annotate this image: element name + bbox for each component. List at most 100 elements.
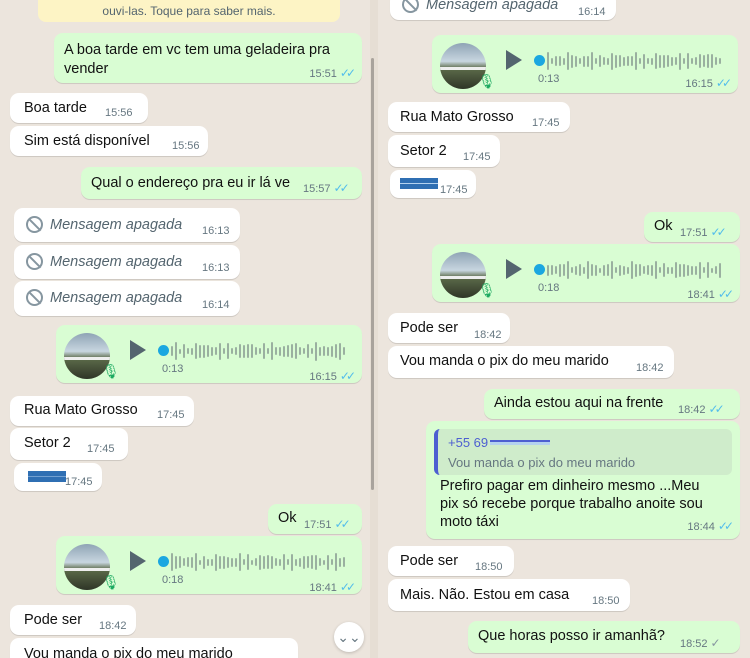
waveform-bar <box>343 347 345 355</box>
voice-message[interactable]: 🎙 0:13 16:15 ✓✓ <box>432 35 738 93</box>
waveform-bar <box>683 58 685 64</box>
voice-message[interactable]: 🎙 0:18 18:41 ✓✓ <box>432 244 740 302</box>
audio-waveform[interactable] <box>547 259 721 281</box>
message-outgoing[interactable]: Ok 17:51 ✓✓ <box>268 504 362 534</box>
audio-waveform[interactable] <box>547 50 721 72</box>
waveform-bar <box>579 58 581 64</box>
waveform-bar <box>299 347 301 355</box>
waveform-bar <box>199 559 201 565</box>
playback-slider-knob[interactable] <box>534 264 545 275</box>
playback-slider-knob[interactable] <box>158 556 169 567</box>
play-icon[interactable] <box>506 259 522 279</box>
play-icon[interactable] <box>506 50 522 70</box>
waveform-bar <box>251 559 253 565</box>
read-ticks-icon: ✓✓ <box>333 181 350 195</box>
deleted-message[interactable]: Mensagem apagada 16:13 <box>14 245 240 279</box>
message-text: Vou manda o pix do meu marido <box>24 646 233 658</box>
message-incoming[interactable]: Rua Mato Grosso 17:45 <box>10 396 194 426</box>
waveform-bar <box>615 54 617 68</box>
waveform-bar <box>595 58 597 64</box>
read-ticks-icon: ✓✓ <box>708 402 725 416</box>
message-incoming[interactable]: Setor 2 17:45 <box>10 428 128 460</box>
waveform-bar <box>319 558 321 566</box>
waveform-bar <box>599 55 601 67</box>
waveform-bar <box>555 56 557 66</box>
waveform-bar <box>227 556 229 568</box>
message-incoming[interactable]: Vou manda o pix do meu marido 18:42 <box>388 346 674 378</box>
waveform-bar <box>179 556 181 568</box>
message-time: 18:50 <box>592 595 620 607</box>
message-incoming[interactable]: Boa tarde 15:56 <box>10 93 148 123</box>
message-outgoing[interactable]: Ainda estou aqui na frente 18:42 ✓✓ <box>484 389 740 419</box>
waveform-bar <box>595 264 597 276</box>
waveform-bar <box>571 267 573 273</box>
voice-message[interactable]: 🎙 0:18 18:41 ✓✓ <box>56 536 362 594</box>
message-incoming[interactable]: Vou manda o pix do meu marido <box>10 638 298 658</box>
message-time: 18:44 ✓✓ <box>687 519 734 533</box>
quoted-sender: +55 69 <box>448 435 489 450</box>
mic-icon: 🎙 <box>102 574 120 590</box>
waveform-bar <box>571 54 573 68</box>
deleted-icon <box>26 253 43 270</box>
waveform-bar <box>559 56 561 66</box>
encryption-banner[interactable]: ouvi-las. Toque para saber mais. <box>38 0 340 22</box>
message-outgoing[interactable]: Qual o endereço pra eu ir lá ve 15:57 ✓✓ <box>81 167 362 199</box>
deleted-message[interactable]: Mensagem apagada 16:14 <box>14 281 240 316</box>
message-outgoing[interactable]: A boa tarde em vc tem uma geladeira pra v… <box>54 33 362 83</box>
waveform-bar <box>671 56 673 66</box>
waveform-bar <box>227 343 229 359</box>
waveform-bar <box>215 553 217 571</box>
message-incoming[interactable]: Pode ser 18:42 <box>10 605 136 635</box>
waveform-bar <box>643 53 645 69</box>
message-incoming[interactable]: Sim está disponível 15:56 <box>10 126 208 156</box>
audio-waveform[interactable] <box>171 340 345 362</box>
playback-slider-knob[interactable] <box>534 55 545 66</box>
waveform-bar <box>327 554 329 570</box>
message-incoming[interactable]: Setor 2 17:45 <box>388 135 500 167</box>
link-message[interactable]: 17:45 <box>14 463 102 491</box>
waveform-bar <box>599 267 601 273</box>
waveform-bar <box>335 344 337 358</box>
waveform-bar <box>607 264 609 276</box>
waveform-bar <box>699 261 701 279</box>
message-time: 15:57 ✓✓ <box>303 181 350 195</box>
message-incoming[interactable]: Pode ser 18:50 <box>388 546 514 576</box>
link-message[interactable]: 17:45 <box>390 170 476 198</box>
audio-waveform[interactable] <box>171 551 345 573</box>
waveform-bar <box>699 54 701 68</box>
message-incoming[interactable]: Rua Mato Grosso 17:45 <box>388 102 570 132</box>
waveform-bar <box>611 261 613 279</box>
play-icon[interactable] <box>130 551 146 571</box>
waveform-bar <box>319 346 321 356</box>
message-incoming[interactable]: Pode ser 18:42 <box>388 313 510 343</box>
message-time: 18:41 ✓✓ <box>309 580 356 594</box>
quoted-message[interactable]: +55 69 Vou manda o pix do meu marido <box>434 429 732 475</box>
message-time: 16:15 ✓✓ <box>685 76 732 90</box>
waveform-bar <box>235 347 237 355</box>
voice-message[interactable]: 🎙 0:13 16:15 ✓✓ <box>56 325 362 383</box>
play-icon[interactable] <box>130 340 146 360</box>
waveform-bar <box>183 344 185 358</box>
waveform-bar <box>575 55 577 67</box>
message-incoming[interactable]: Mais. Não. Estou em casa 18:50 <box>388 579 630 611</box>
playback-slider-knob[interactable] <box>158 345 169 356</box>
read-ticks-icon: ✓✓ <box>334 517 351 531</box>
waveform-bar <box>255 347 257 355</box>
voice-duration: 0:18 <box>538 282 560 294</box>
message-outgoing[interactable]: Que horas posso ir amanhã? 18:52 ✓ <box>468 621 740 653</box>
waveform-bar <box>663 263 665 277</box>
waveform-bar <box>635 263 637 277</box>
waveform-bar <box>215 347 217 355</box>
scroll-to-bottom-button[interactable]: ⌄⌄ <box>334 622 364 652</box>
waveform-bar <box>551 58 553 64</box>
deleted-message[interactable]: Mensagem apagada 16:14 <box>390 0 616 20</box>
scrollbar[interactable] <box>371 58 374 490</box>
message-time: 18:52 ✓ <box>680 636 721 650</box>
reply-message[interactable]: +55 69 Vou manda o pix do meu marido Pre… <box>426 421 740 539</box>
waveform-bar <box>627 266 629 274</box>
message-outgoing[interactable]: Ok 17:51 ✓✓ <box>644 212 740 242</box>
deleted-message[interactable]: Mensagem apagada 16:13 <box>14 208 240 242</box>
waveform-bar <box>279 558 281 566</box>
redacted-image <box>400 178 438 189</box>
message-text: Rua Mato Grosso <box>400 109 514 125</box>
